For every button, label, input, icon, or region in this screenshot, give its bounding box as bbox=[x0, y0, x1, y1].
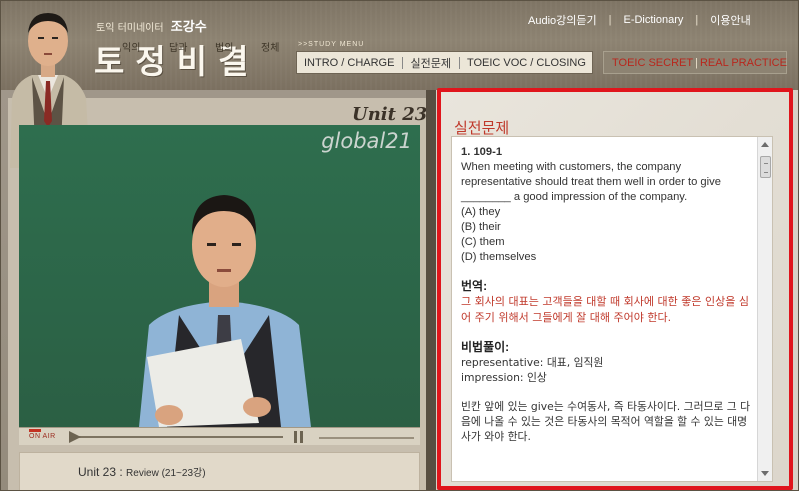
video-player[interactable]: global21 bbox=[19, 125, 420, 427]
pause-bar-icon bbox=[294, 431, 297, 443]
question-scroll-box[interactable]: 1. 109-1 When meeting with customers, th… bbox=[451, 136, 773, 482]
scroll-down-icon[interactable] bbox=[761, 471, 769, 476]
tagline-prefix: 토익 터미네이터 bbox=[96, 23, 164, 34]
question-scrollbar[interactable] bbox=[757, 137, 772, 481]
question-content: 1. 109-1 When meeting with customers, th… bbox=[461, 145, 751, 444]
menu-intro-charge[interactable]: INTRO / CHARGE bbox=[297, 57, 394, 69]
menu-voc-closing[interactable]: TOEIC VOC / CLOSING bbox=[460, 57, 586, 69]
site-title-small-3: 법의 bbox=[215, 43, 234, 54]
panel-divider bbox=[426, 90, 436, 491]
tips-heading: 비법풀이: bbox=[461, 340, 510, 354]
player-controls: ON AIR bbox=[19, 427, 420, 445]
option-b: (B) their bbox=[461, 221, 501, 233]
option-c: (C) them bbox=[461, 236, 505, 248]
video-watermark: global21 bbox=[321, 129, 412, 153]
menu-real-practice[interactable]: REAL PRACTICE bbox=[698, 57, 787, 69]
secret-menu: TOEIC SECRET | REAL PRACTICE bbox=[603, 51, 787, 74]
scroll-thumb[interactable] bbox=[760, 156, 771, 178]
menu-practice[interactable]: 실전문제 bbox=[403, 55, 450, 71]
study-menu: INTRO / CHARGE 실전문제 TOEIC VOC / CLOSING bbox=[296, 51, 593, 74]
caption-text: Unit 23 : Review (21~23강) bbox=[78, 464, 206, 479]
caption-review: Review (21~23강) bbox=[126, 468, 206, 479]
caption-unit: Unit 23 : bbox=[78, 465, 127, 479]
lecture-video-frame bbox=[19, 125, 420, 427]
translation-heading: 번역: bbox=[461, 279, 488, 293]
site-title-small-2: 답과 bbox=[169, 43, 188, 54]
usage-guide-link[interactable]: 이용안내 bbox=[710, 12, 750, 28]
scroll-up-icon[interactable] bbox=[761, 142, 769, 147]
volume-slider[interactable] bbox=[319, 437, 414, 439]
audio-lecture-link[interactable]: Audio강의듣기 bbox=[528, 12, 597, 28]
question-text: When meeting with customers, the company… bbox=[461, 161, 721, 203]
site-title: 토정비결 익의 답과 법의 정체 bbox=[94, 35, 294, 81]
pause-bar-icon bbox=[300, 431, 303, 443]
study-menu-label: >>STUDY MENU bbox=[298, 41, 365, 48]
site-title-small-1: 익의 bbox=[122, 43, 141, 54]
site-title-small-4: 정체 bbox=[261, 43, 280, 54]
seek-thumb[interactable] bbox=[69, 431, 81, 443]
vocab-impression: impression: 인상 bbox=[461, 371, 547, 384]
explanation-text: 빈칸 앞에 있는 give는 수여동사, 즉 타동사이다. 그러므로 그 다음에… bbox=[461, 400, 751, 443]
lecture-caption: Unit 23 : Review (21~23강) bbox=[19, 452, 420, 491]
on-air-indicator: ON AIR bbox=[29, 429, 56, 440]
vocab-representative: representative: 대표, 임직원 bbox=[461, 356, 604, 369]
option-a: (A) they bbox=[461, 206, 501, 218]
top-links: Audio강의듣기 | E-Dictionary | 이용안내 bbox=[528, 12, 751, 28]
seek-track[interactable] bbox=[77, 436, 283, 438]
translation-text: 그 회사의 대표는 고객들을 대할 때 회사에 대한 좋은 인상을 심어 주기 … bbox=[461, 295, 749, 324]
divider: | bbox=[695, 14, 699, 26]
option-d: (D) themselves bbox=[461, 251, 537, 263]
unit-heading: Unit 23 bbox=[352, 104, 428, 125]
pause-button[interactable] bbox=[294, 431, 304, 443]
menu-toeic-secret[interactable]: TOEIC SECRET bbox=[604, 57, 693, 69]
question-number: 1. 109-1 bbox=[461, 146, 503, 158]
tagline-name: 조강수 bbox=[170, 20, 207, 35]
practice-title: 실전문제 bbox=[454, 119, 510, 137]
tagline: 토익 터미네이터 조강수 bbox=[96, 16, 207, 35]
e-dictionary-link[interactable]: E-Dictionary bbox=[623, 14, 683, 26]
divider: | bbox=[608, 14, 612, 26]
